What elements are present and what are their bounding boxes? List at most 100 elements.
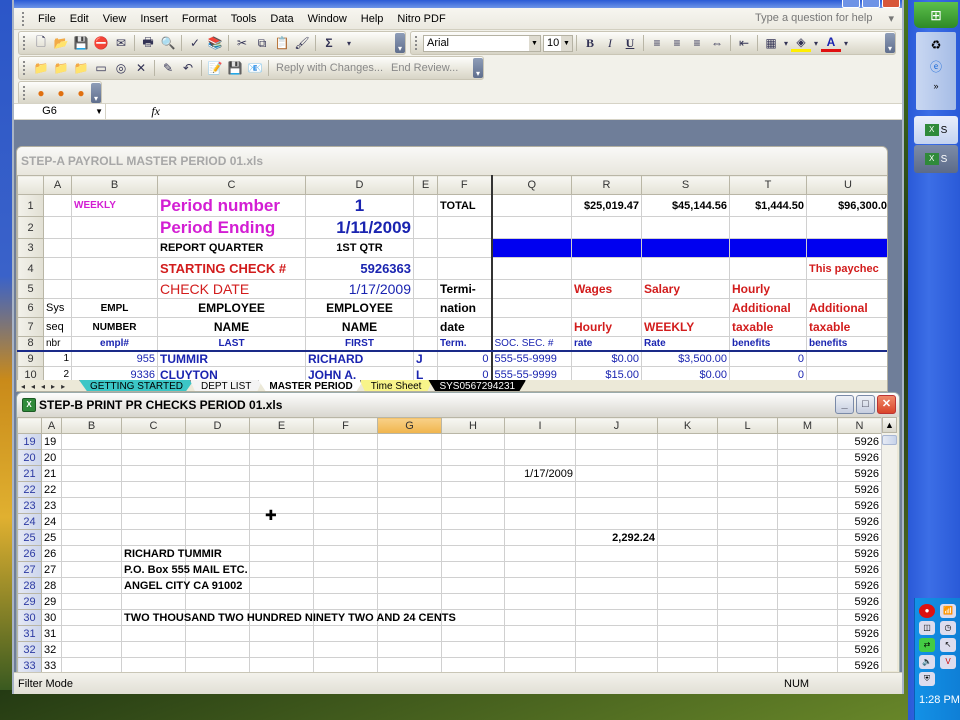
scroll-thumb[interactable] (882, 435, 897, 445)
cell[interactable] (504, 497, 576, 514)
autosum-icon[interactable]: Σ (319, 34, 339, 52)
name-box-dropdown-icon[interactable]: ▼ (95, 104, 103, 119)
cell[interactable] (249, 497, 314, 514)
app-minimize-button[interactable] (842, 0, 860, 8)
column-header[interactable]: U (806, 175, 887, 195)
cell[interactable] (61, 449, 122, 466)
accept-change-icon[interactable]: ↶ (178, 59, 198, 77)
cell[interactable] (441, 497, 505, 514)
menu-window[interactable]: Window (301, 13, 354, 25)
cell[interactable] (43, 279, 72, 299)
cell[interactable] (71, 279, 158, 299)
sheet-nav-arrows-icon[interactable]: ◂◂◂▸▸ (17, 382, 83, 391)
menubar-grip[interactable] (22, 11, 25, 26)
cell[interactable] (575, 449, 658, 466)
cell[interactable] (504, 529, 576, 546)
row-header[interactable]: 23 (17, 497, 42, 514)
cell[interactable]: 29 (41, 593, 62, 610)
cell[interactable] (657, 609, 718, 626)
cell[interactable] (249, 545, 314, 562)
cell[interactable] (121, 641, 186, 658)
font-color-dropdown-icon[interactable]: ▾ (841, 34, 851, 52)
cell[interactable] (313, 465, 378, 482)
cell[interactable]: STARTING CHECK # (157, 257, 306, 280)
cell[interactable] (490, 216, 572, 239)
sheet-tab-dept-list[interactable]: DEPT LIST (189, 380, 263, 391)
cell[interactable] (657, 433, 718, 450)
cell[interactable] (185, 481, 250, 498)
cell[interactable] (504, 449, 576, 466)
cell[interactable] (777, 497, 838, 514)
cell[interactable]: Termi- (437, 279, 492, 299)
new-document-icon[interactable]: 🗋 (31, 34, 51, 52)
clock-app-icon[interactable]: ◷ (940, 621, 956, 635)
cell[interactable] (413, 194, 438, 217)
column-header[interactable]: N (837, 417, 882, 434)
cell[interactable] (575, 465, 658, 482)
scroll-up-arrow-icon[interactable]: ▲ (882, 417, 897, 433)
cell[interactable]: Additional (806, 298, 887, 318)
fill-color-icon[interactable]: ◈ (791, 34, 811, 52)
nitro-settings-icon[interactable]: ● (71, 84, 91, 102)
cell[interactable] (504, 625, 576, 642)
cell[interactable]: nation (437, 298, 492, 318)
column-header[interactable]: F (437, 175, 492, 195)
cell[interactable] (504, 545, 576, 562)
row-header[interactable]: 25 (17, 529, 42, 546)
cell[interactable]: 28 (41, 577, 62, 594)
cell[interactable] (377, 529, 442, 546)
name-box[interactable]: G6 ▼ (14, 104, 106, 119)
cell[interactable] (185, 513, 250, 530)
cell[interactable] (185, 433, 250, 450)
column-header[interactable]: E (413, 175, 438, 195)
close-button[interactable]: ✕ (877, 395, 896, 414)
cell[interactable] (641, 257, 730, 280)
cell[interactable] (441, 465, 505, 482)
next-comment-icon[interactable]: 📁 (71, 59, 91, 77)
cell[interactable] (504, 577, 576, 594)
cell[interactable]: 1/17/2009 (305, 279, 414, 299)
cell[interactable]: Hourly (729, 279, 807, 299)
cell[interactable]: REPORT QUARTER (157, 238, 306, 258)
cell[interactable]: Period number (157, 194, 306, 217)
align-center-icon[interactable]: ≡ (667, 34, 687, 52)
row-header[interactable]: 28 (17, 577, 42, 594)
cell[interactable]: NAME (305, 317, 414, 337)
cell[interactable]: 21 (41, 465, 62, 482)
toolbar-options-chevron[interactable]: ▾ (473, 58, 483, 78)
menu-edit[interactable]: Edit (63, 13, 96, 25)
cell[interactable] (441, 545, 505, 562)
cell[interactable] (777, 529, 838, 546)
cell[interactable] (61, 513, 122, 530)
cell[interactable] (377, 513, 442, 530)
permission-icon[interactable]: ⛔ (91, 34, 111, 52)
network-icon[interactable]: 📶 (940, 604, 956, 618)
cell[interactable]: nbr (43, 336, 72, 352)
format-painter-icon[interactable]: 🖌 (292, 34, 312, 52)
sync-icon[interactable]: ⇄ (919, 638, 935, 652)
column-header[interactable]: I (504, 417, 576, 434)
more-chevron-icon[interactable]: » (916, 81, 956, 91)
row-header[interactable]: 30 (17, 609, 42, 626)
cell[interactable]: Wages (571, 279, 642, 299)
cell[interactable] (575, 545, 658, 562)
cell[interactable]: 31 (41, 625, 62, 642)
cell[interactable] (441, 641, 505, 658)
cell[interactable]: seq (43, 317, 72, 337)
cell[interactable]: RICHARD TUMMIR (121, 545, 222, 562)
cell[interactable] (717, 529, 778, 546)
sheet-tab-time-sheet[interactable]: Time Sheet (359, 380, 433, 391)
cell[interactable] (575, 561, 658, 578)
research-icon[interactable]: 📚 (205, 34, 225, 52)
cell[interactable] (441, 433, 505, 450)
cell[interactable]: SOC. SEC. # (490, 336, 572, 352)
cell[interactable] (377, 593, 442, 610)
cell[interactable] (575, 641, 658, 658)
cell[interactable]: rate (571, 336, 642, 352)
menu-insert[interactable]: Insert (133, 13, 175, 25)
cell[interactable] (504, 593, 576, 610)
cell[interactable] (777, 433, 838, 450)
column-header[interactable]: B (71, 175, 158, 195)
toolbar-options-chevron[interactable]: ▾ (395, 33, 405, 53)
cell[interactable] (249, 433, 314, 450)
